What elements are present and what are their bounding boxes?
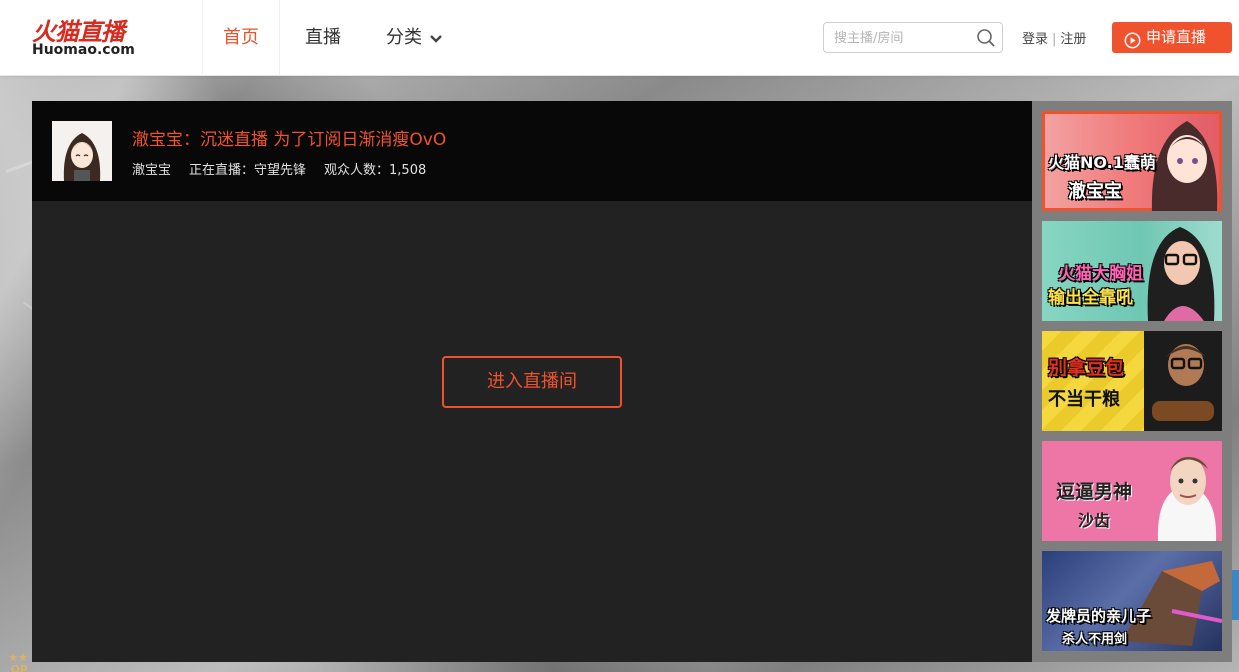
- stream-title[interactable]: 澈宝宝：沉迷直播 为了订阅日渐消瘦OvO: [132, 125, 446, 150]
- nav-live[interactable]: 直播: [285, 0, 361, 76]
- nav-home[interactable]: 首页: [203, 0, 279, 76]
- thumb-line-1: 火猫NO.1蠢萌: [1048, 153, 1156, 172]
- side-float-tab[interactable]: [1232, 570, 1239, 620]
- thumb-line-1: 别拿豆包: [1048, 357, 1125, 379]
- nav-divider: [279, 0, 280, 76]
- streamer-avatar[interactable]: [52, 121, 112, 181]
- register-link[interactable]: 注册: [1060, 32, 1086, 47]
- thumb-line-2: 澈宝宝: [1068, 181, 1122, 202]
- login-link[interactable]: 登录: [1022, 32, 1048, 47]
- streamer-name[interactable]: 澈宝宝: [132, 163, 171, 178]
- search-input[interactable]: [834, 27, 974, 49]
- thumb-line-2: 杀人不用剑: [1062, 632, 1128, 647]
- thumb-line-2: 沙齿: [1078, 511, 1111, 530]
- thumb-line-1: 发牌员的亲儿子: [1046, 607, 1152, 625]
- auth-separator: |: [1052, 32, 1057, 47]
- stream-meta: 澈宝宝 正在直播：守望先锋 观众人数：1,508: [132, 159, 444, 178]
- player-header: 澈宝宝：沉迷直播 为了订阅日渐消瘦OvO 澈宝宝 正在直播：守望先锋 观众人数：1,…: [32, 101, 1032, 201]
- search-icon[interactable]: [976, 28, 996, 48]
- play-circle-icon: [1124, 29, 1141, 49]
- thumb-line-1: 逗逼男神: [1056, 481, 1133, 503]
- bg-badge: ★★ OP: [8, 651, 28, 672]
- thumb-line-2: 不当干粮: [1048, 389, 1120, 410]
- rail-thumb[interactable]: 火猫NO.1蠢萌 澈宝宝: [1042, 111, 1222, 211]
- logo-en: Huomao.com: [32, 42, 135, 58]
- apply-stream-label: 申请直播: [1146, 28, 1207, 46]
- apply-stream-button[interactable]: 申请直播: [1112, 22, 1232, 53]
- site-logo[interactable]: 火猫直播 Huomao.com: [30, 12, 146, 62]
- auth-links: 登录 | 注册: [1022, 28, 1086, 47]
- featured-rail: 火猫NO.1蠢萌 澈宝宝 火猫大胸姐 输出全靠吼 别拿豆包 不当干粮 逗逼男神 …: [1032, 101, 1232, 662]
- thumb-line-2: 输出全靠吼: [1048, 288, 1133, 308]
- thumb-line-1: 火猫大胸姐: [1058, 264, 1143, 284]
- search-box: [823, 22, 1003, 53]
- rail-thumb[interactable]: 逗逼男神 沙齿: [1042, 441, 1222, 541]
- enter-room-button[interactable]: 进入直播间: [442, 356, 622, 408]
- chevron-down-icon: [430, 0, 442, 76]
- stream-game: 正在直播：守望先锋: [189, 163, 307, 178]
- viewer-count: 观众人数：1,508: [324, 163, 427, 178]
- rail-thumb[interactable]: 别拿豆包 不当干粮: [1042, 331, 1222, 431]
- nav-category-label: 分类: [386, 27, 422, 48]
- rail-thumb[interactable]: 发牌员的亲儿子 杀人不用剑: [1042, 551, 1222, 651]
- nav-category[interactable]: 分类: [378, 0, 450, 76]
- featured-player: 澈宝宝：沉迷直播 为了订阅日渐消瘦OvO 澈宝宝 正在直播：守望先锋 观众人数：1,…: [32, 101, 1032, 662]
- site-header: 火猫直播 Huomao.com 首页 直播 分类 登录 |注册 申请直播: [0, 0, 1239, 76]
- rail-thumb[interactable]: 火猫大胸姐 输出全靠吼: [1042, 221, 1222, 321]
